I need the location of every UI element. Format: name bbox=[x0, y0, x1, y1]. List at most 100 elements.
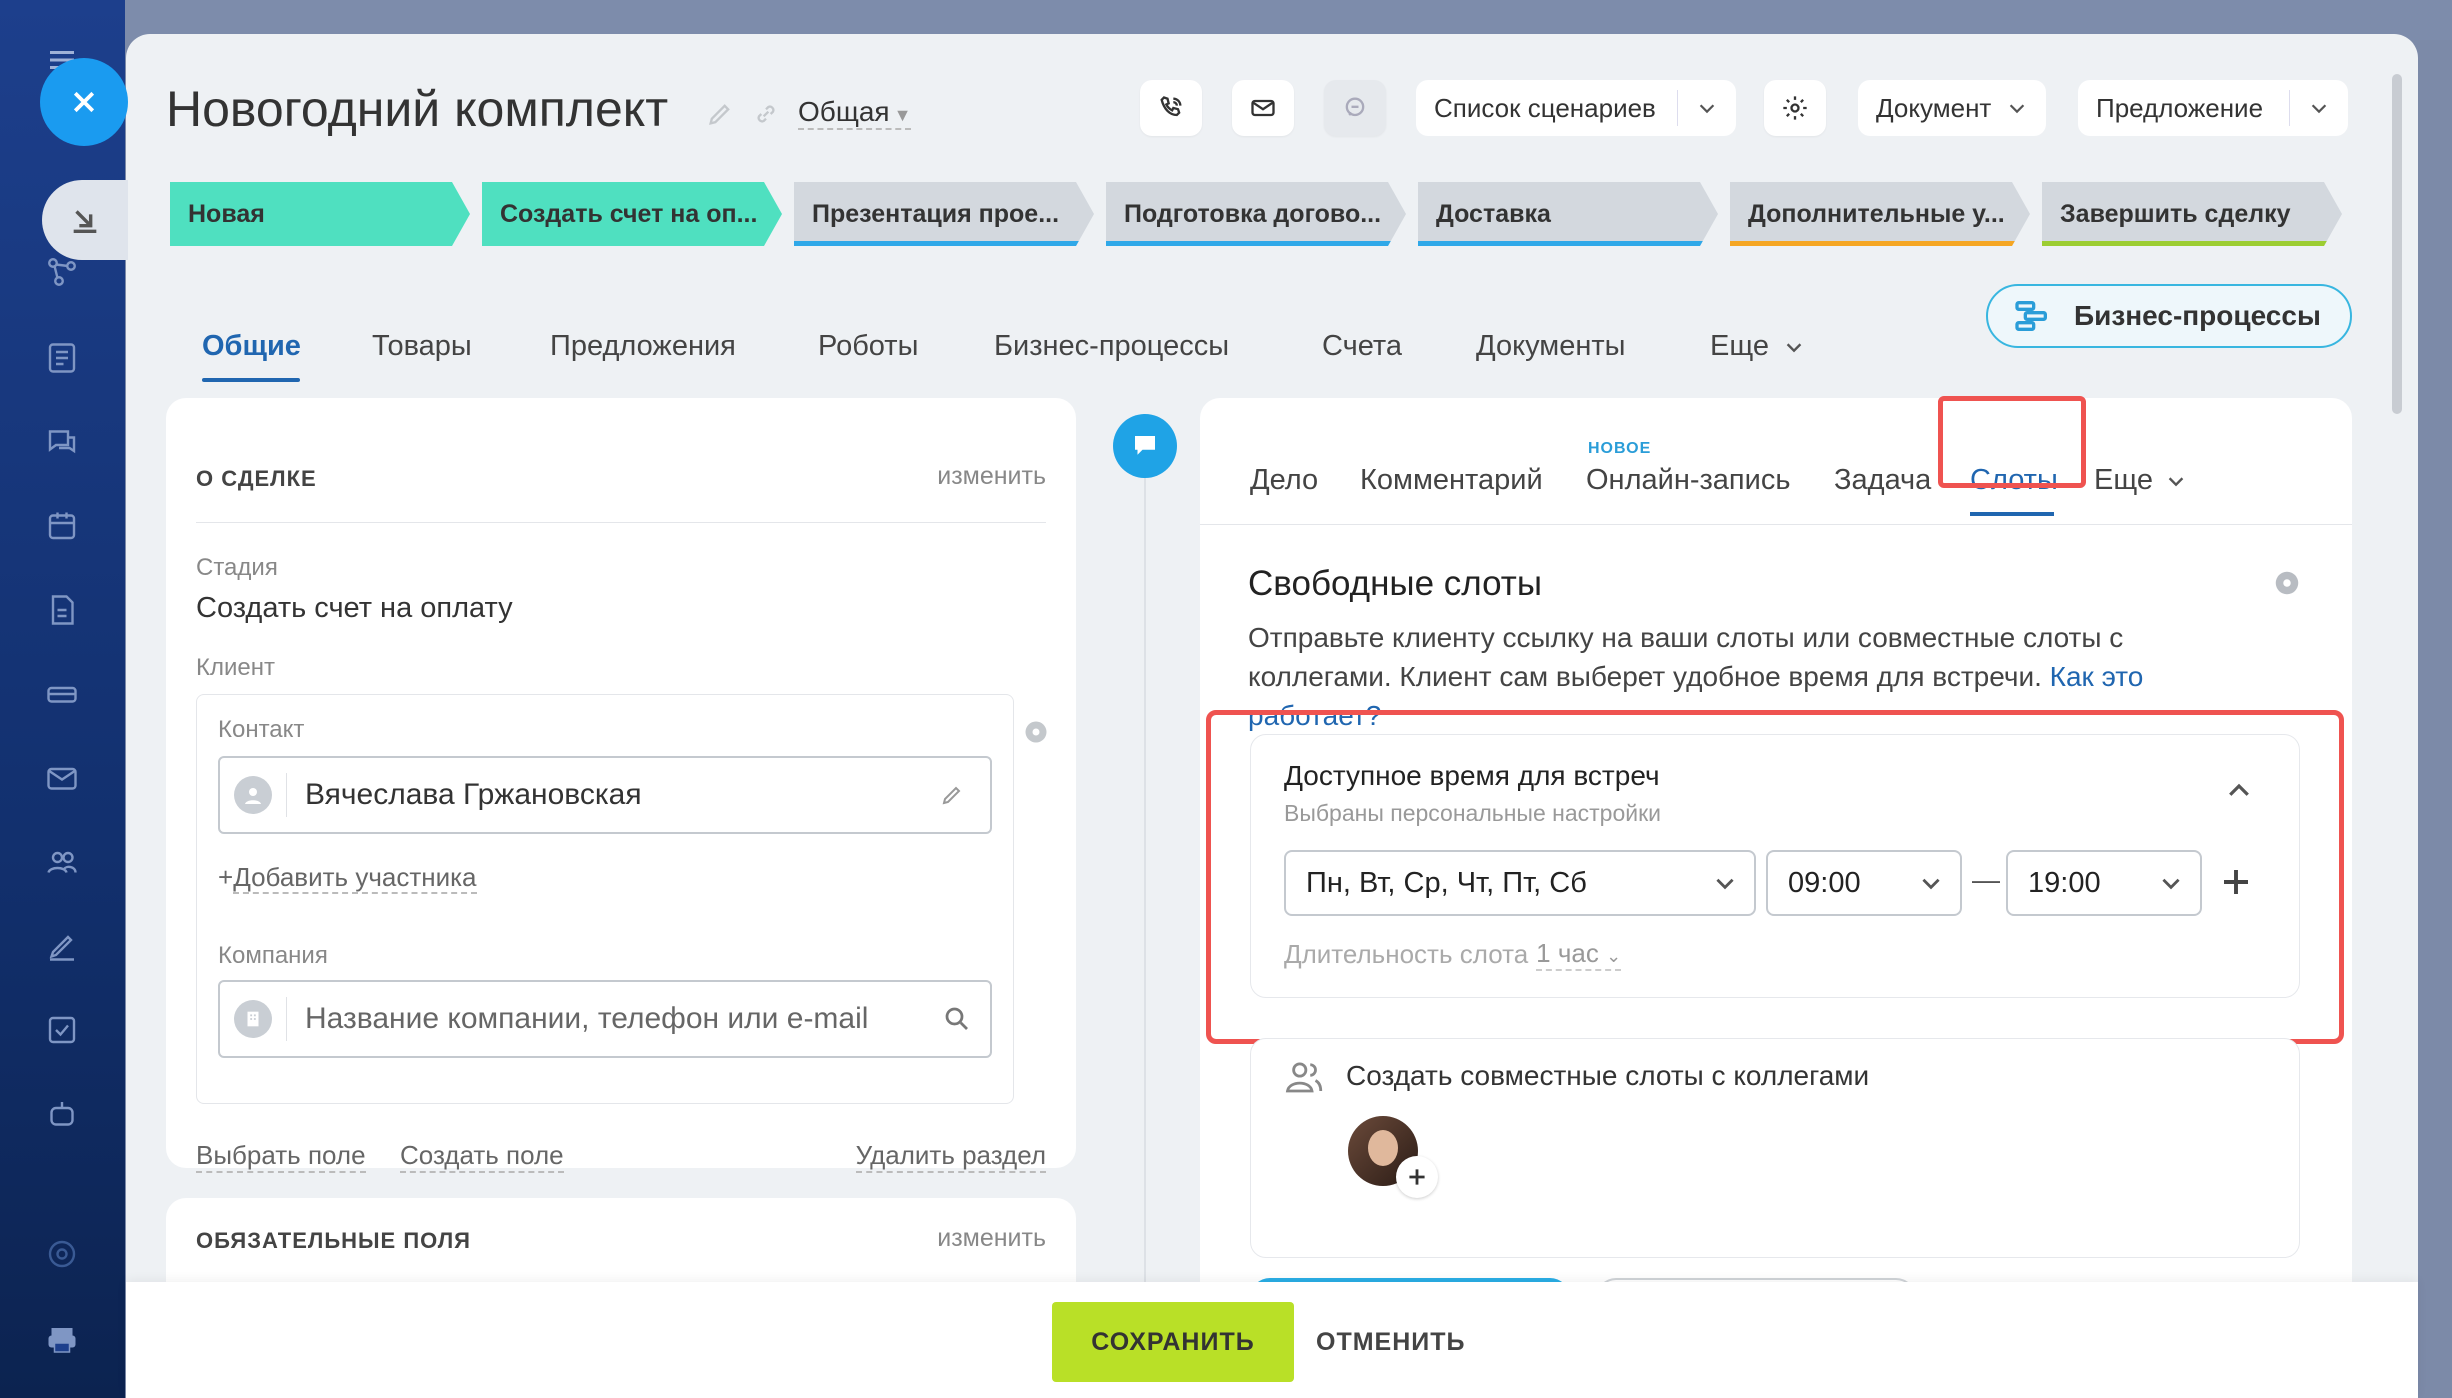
scenarios-dropdown[interactable]: Список сценариев bbox=[1416, 80, 1736, 136]
stage-contract[interactable]: Подготовка догово... bbox=[1106, 182, 1406, 246]
required-edit-link[interactable]: изменить bbox=[937, 1224, 1046, 1253]
time-from-select[interactable]: 09:00 bbox=[1766, 850, 1962, 916]
email-button[interactable] bbox=[1232, 80, 1294, 136]
tab-activity[interactable]: Дело bbox=[1250, 464, 1318, 497]
tasks-icon[interactable] bbox=[40, 1008, 84, 1052]
cancel-button[interactable]: ОТМЕНИТЬ bbox=[1316, 1302, 1465, 1382]
time-to-select[interactable]: 19:00 bbox=[2006, 850, 2202, 916]
contact-field[interactable]: Вячеслава Гржановская bbox=[218, 756, 992, 834]
person-icon bbox=[234, 776, 272, 814]
proposal-dropdown[interactable]: Предложение bbox=[2078, 80, 2348, 136]
category-label: Общая bbox=[798, 96, 890, 127]
deal-title: Новогодний комплект bbox=[166, 81, 669, 137]
printer-icon[interactable] bbox=[40, 1318, 84, 1362]
chevron-down-icon bbox=[1786, 342, 1802, 352]
delete-section-link[interactable]: Удалить раздел bbox=[855, 1140, 1046, 1173]
deal-panel: Новогодний комплект Общая ▼ Список сценар… bbox=[126, 34, 2418, 1398]
stage-presentation[interactable]: Презентация прое... bbox=[794, 182, 1094, 246]
proposal-label: Предложение bbox=[2096, 92, 2264, 123]
add-participant-label: Добавить участника bbox=[233, 862, 477, 894]
plus-icon: + bbox=[218, 862, 234, 892]
add-colleague-button[interactable] bbox=[1396, 1156, 1438, 1198]
chevron-down-icon: ⌄ bbox=[1606, 946, 1622, 966]
users-icon bbox=[1285, 1062, 1323, 1093]
stage-invoice[interactable]: Создать счет на оп... bbox=[482, 182, 782, 246]
mail-icon[interactable] bbox=[40, 756, 84, 800]
deal-category-select[interactable]: Общая ▼ bbox=[798, 96, 912, 130]
tab-online-booking[interactable]: Онлайн-запись bbox=[1586, 464, 1790, 497]
gear-icon[interactable] bbox=[1022, 718, 1050, 746]
tab-more[interactable]: Еще bbox=[2094, 464, 2187, 497]
tab-proposals[interactable]: Предложения bbox=[550, 330, 736, 363]
time-from-value: 09:00 bbox=[1788, 866, 1861, 899]
stage-delivery[interactable]: Доставка bbox=[1418, 182, 1718, 246]
news-icon[interactable] bbox=[40, 336, 84, 380]
required-fields-header: ОБЯЗАТЕЛЬНЫЕ ПОЛЯ bbox=[196, 1228, 471, 1253]
chevron-up-icon[interactable] bbox=[2224, 776, 2254, 806]
pencil-icon[interactable] bbox=[940, 783, 964, 807]
stage-new[interactable]: Новая bbox=[170, 182, 470, 246]
calendar-icon[interactable] bbox=[40, 504, 84, 548]
chat-icon[interactable] bbox=[40, 420, 84, 464]
pencil-icon[interactable] bbox=[706, 100, 734, 128]
tab-robots[interactable]: Роботы bbox=[818, 330, 918, 363]
chat-bubble-icon bbox=[1345, 97, 1365, 117]
contact-label: Контакт bbox=[218, 716, 305, 743]
stage-finish[interactable]: Завершить сделку bbox=[2042, 182, 2342, 246]
choose-field-link[interactable]: Выбрать поле bbox=[196, 1140, 366, 1173]
search-icon[interactable] bbox=[942, 1004, 972, 1034]
close-slider-button[interactable] bbox=[40, 58, 128, 146]
tab-products[interactable]: Товары bbox=[372, 330, 472, 363]
tab-task[interactable]: Задача bbox=[1834, 464, 1931, 497]
company-field[interactable]: Название компании, телефон или e-mail bbox=[218, 980, 992, 1058]
business-processes-label: Бизнес-процессы bbox=[2074, 300, 2321, 331]
contact-value: Вячеслава Гржановская bbox=[305, 778, 642, 811]
stage-additional[interactable]: Дополнительные у... bbox=[1730, 182, 2030, 246]
stage-label: Дополнительные у... bbox=[1748, 199, 2005, 228]
pen-icon[interactable] bbox=[40, 924, 84, 968]
chevron-down-icon bbox=[2009, 104, 2025, 114]
active-tab-indicator bbox=[1970, 512, 2054, 516]
stage-label: Подготовка догово... bbox=[1124, 199, 1382, 228]
timeline-line bbox=[1144, 474, 1146, 1398]
create-field-link[interactable]: Создать поле bbox=[400, 1140, 564, 1173]
stage-label: Создать счет на оп... bbox=[500, 199, 758, 228]
call-button[interactable] bbox=[1140, 80, 1202, 136]
plus-icon[interactable] bbox=[2218, 864, 2254, 900]
robot-icon[interactable] bbox=[40, 1092, 84, 1136]
document-dropdown[interactable]: Документ bbox=[1858, 80, 2046, 136]
business-processes-button[interactable]: Бизнес-процессы bbox=[1986, 284, 2352, 348]
weekdays-select[interactable]: Пн, Вт, Ср, Чт, Пт, Сб bbox=[1284, 850, 1756, 916]
minimize-slider-button[interactable] bbox=[42, 180, 128, 260]
link-icon[interactable] bbox=[752, 100, 780, 128]
save-button[interactable]: СОХРАНИТЬ bbox=[1052, 1302, 1294, 1382]
tab-more[interactable]: Еще bbox=[1710, 330, 1805, 363]
gear-icon[interactable] bbox=[2272, 568, 2302, 598]
tab-general[interactable]: Общие bbox=[202, 330, 301, 363]
tab-invoices[interactable]: Счета bbox=[1322, 330, 1402, 363]
drive-icon[interactable] bbox=[40, 672, 84, 716]
add-participant-link[interactable]: +Добавить участника bbox=[218, 862, 477, 894]
users-icon[interactable] bbox=[40, 840, 84, 884]
divider bbox=[1200, 524, 2352, 525]
chevron-down-icon bbox=[2162, 878, 2180, 890]
stage-label: Доставка bbox=[1436, 199, 1551, 228]
building-icon bbox=[234, 1000, 272, 1038]
stage-field-value: Создать счет на оплату bbox=[196, 592, 513, 624]
settings-icon[interactable] bbox=[40, 1232, 84, 1276]
timeline-add-icon bbox=[1113, 414, 1177, 478]
footer-bar: СОХРАНИТЬ ОТМЕНИТЬ bbox=[126, 1282, 2418, 1398]
active-tab-indicator bbox=[202, 378, 300, 382]
document-icon[interactable] bbox=[40, 588, 84, 632]
tab-documents[interactable]: Документы bbox=[1476, 330, 1626, 363]
chat-button[interactable] bbox=[1324, 80, 1386, 136]
stage-label: Новая bbox=[188, 199, 265, 228]
about-edit-link[interactable]: изменить bbox=[937, 462, 1046, 491]
tab-business-processes[interactable]: Бизнес-процессы bbox=[994, 330, 1229, 363]
divider bbox=[196, 522, 1046, 523]
scrollbar[interactable] bbox=[2392, 74, 2402, 414]
slot-duration-select[interactable]: 1 час ⌄ bbox=[1536, 938, 1622, 971]
tab-comment[interactable]: Комментарий bbox=[1360, 464, 1543, 497]
settings-button[interactable] bbox=[1764, 80, 1826, 136]
chevron-down-icon bbox=[1716, 878, 1734, 890]
